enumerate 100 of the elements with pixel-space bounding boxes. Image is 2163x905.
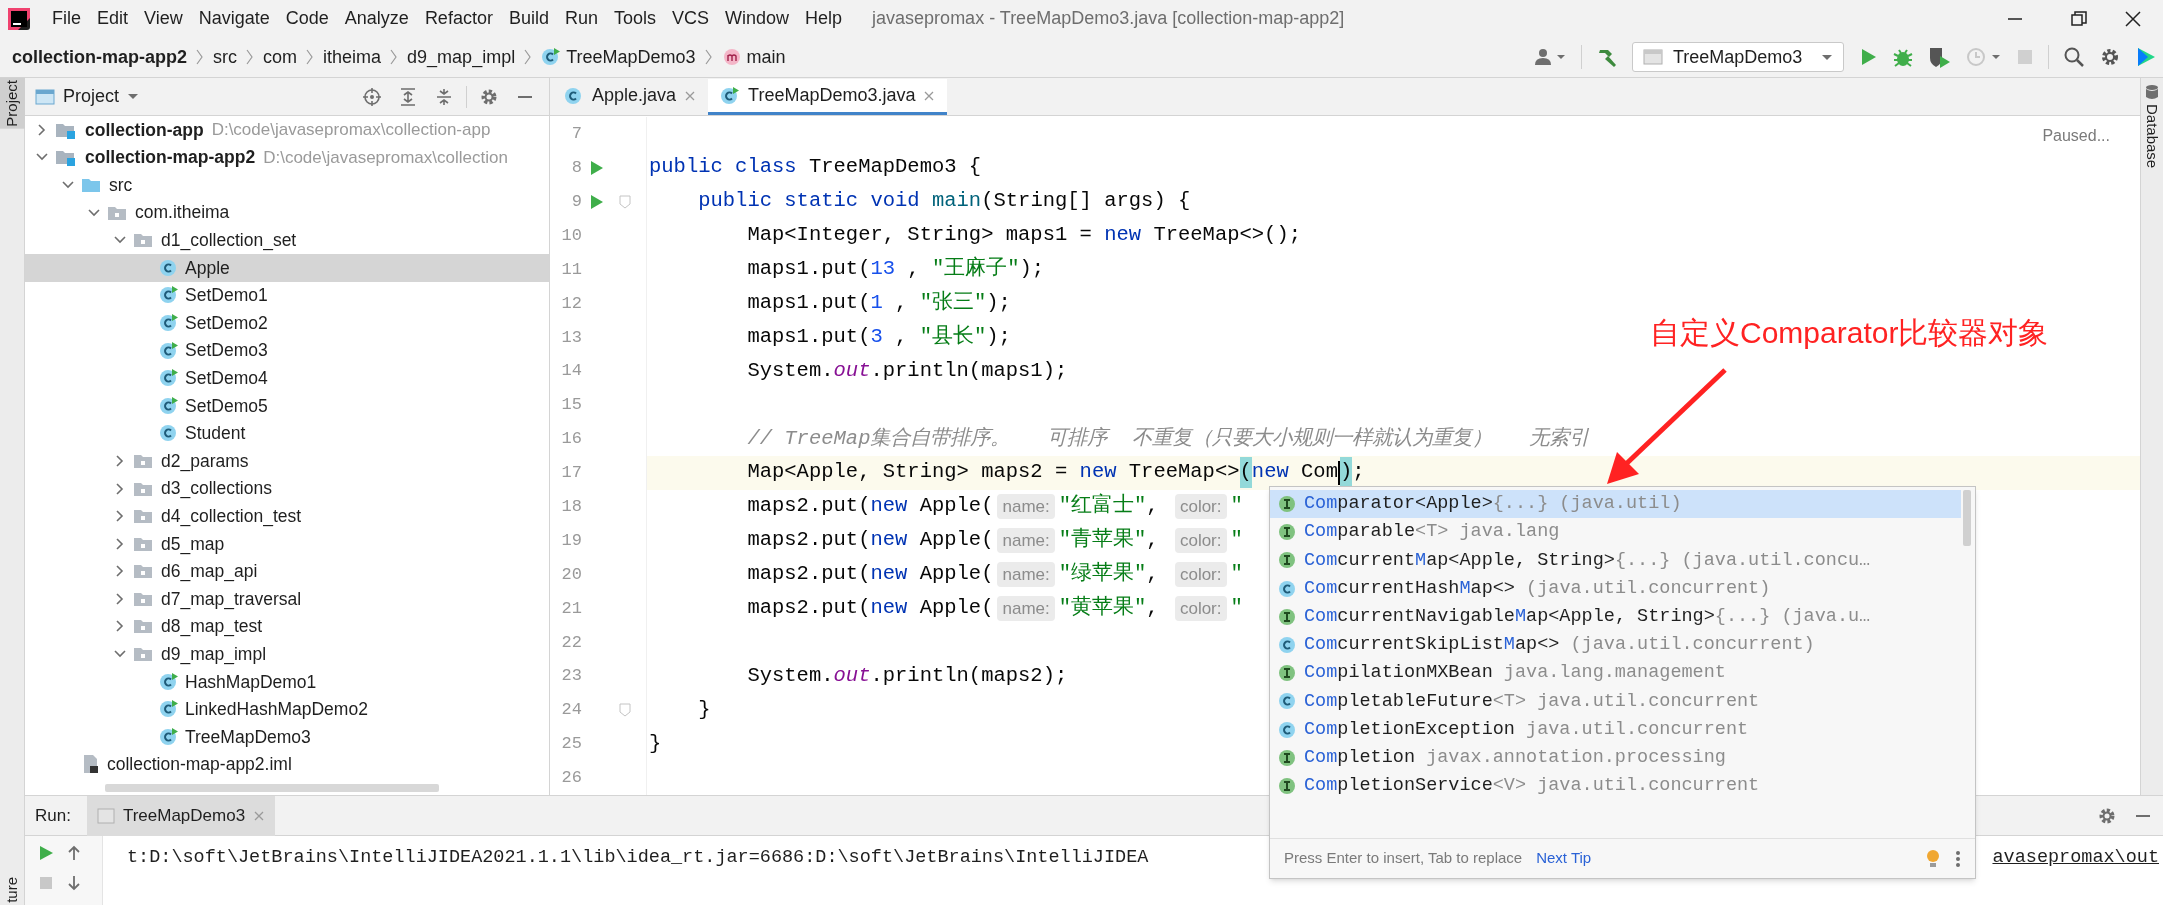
code-line: System.out.println(maps2);: [746, 662, 1068, 689]
tree-item[interactable]: LinkedHashMapDemo2: [25, 695, 549, 724]
more-icon[interactable]: [1955, 848, 1961, 869]
code-line: maps2.put(new Apple( name: "绿苹果", color: ": [746, 560, 1243, 590]
run-icon[interactable]: [37, 844, 55, 862]
tool-window-tab[interactable]: Database: [2140, 104, 2163, 169]
next-tip-link[interactable]: Next Tip: [1536, 847, 1592, 870]
tree-item[interactable]: src: [25, 171, 549, 199]
menu-item[interactable]: Code: [277, 3, 337, 34]
tree-item[interactable]: d1_collection_set: [25, 226, 549, 254]
completion-item[interactable]: CompilationMXBean java.lang.management: [1270, 659, 1961, 688]
code-line: maps2.put(new Apple( name: "红富士", color: ": [746, 492, 1243, 522]
tree-item[interactable]: TreeMapDemo3: [25, 723, 549, 751]
crosshair-icon[interactable]: [362, 86, 382, 107]
menu-item[interactable]: VCS: [664, 3, 717, 34]
tree-item[interactable]: d9_map_impl: [25, 640, 549, 668]
lightbulb-icon[interactable]: [1925, 848, 1941, 869]
code-line: maps1.put(3 , "县长");: [746, 323, 1011, 350]
tool-window-tab[interactable]: ture: [0, 875, 25, 905]
tree-item[interactable]: d5_map: [25, 529, 549, 558]
breadcrumb[interactable]: itheima: [323, 43, 382, 71]
menu-item[interactable]: Tools: [605, 3, 664, 34]
tree-item[interactable]: SetDemo3: [25, 336, 549, 365]
menu-item[interactable]: View: [136, 3, 191, 34]
completion-item[interactable]: ComcurrentSkipListMap<> (java.util.concurrent): [1270, 630, 1961, 660]
tree-item[interactable]: d8_map_test: [25, 612, 549, 641]
tree-item[interactable]: HashMapDemo1: [25, 667, 549, 696]
menu-item[interactable]: Edit: [89, 3, 137, 34]
completion-item[interactable]: ComcurrentMap<Apple, String>{...} (java.util.concu…: [1270, 546, 1961, 575]
tree-item[interactable]: SetDemo2: [25, 309, 549, 337]
menu-item[interactable]: Run: [556, 3, 606, 34]
tree-item[interactable]: collection-map-app2.iml: [25, 750, 549, 779]
tree-item[interactable]: collection-map-app2 D:\code\javasepromax\collection: [25, 143, 549, 172]
menu-item[interactable]: Window: [717, 3, 798, 34]
tree-item[interactable]: Apple: [25, 253, 549, 282]
shield-run-icon[interactable]: [1928, 46, 1952, 68]
class-icon: [720, 85, 741, 106]
completion-item[interactable]: Comparator<Apple>{...} (java.util): [1270, 490, 1961, 519]
menu-item[interactable]: Build: [500, 3, 557, 34]
editor-tab[interactable]: TreeMapDemo3.java: [708, 79, 948, 115]
breadcrumb[interactable]: TreeMapDemo3: [566, 43, 696, 71]
breadcrumb[interactable]: src: [213, 43, 238, 71]
menu-item[interactable]: File: [44, 3, 89, 34]
tree-item[interactable]: SetDemo5: [25, 391, 549, 420]
completion-item[interactable]: CompletableFuture<T> java.util.concurrent: [1270, 687, 1961, 716]
breadcrumb[interactable]: main: [746, 43, 786, 71]
line-number: 22: [560, 631, 582, 654]
scrollbar[interactable]: [105, 784, 439, 792]
tree-item[interactable]: SetDemo1: [25, 281, 549, 310]
completion-item[interactable]: ComcurrentNavigableMap<Apple, String>{...} (java.u…: [1270, 602, 1961, 631]
editor-tab[interactable]: Apple.java: [552, 79, 709, 115]
run-gutter-icon[interactable]: [590, 193, 604, 210]
run-gutter-icon[interactable]: [590, 159, 604, 176]
tree-item[interactable]: SetDemo4: [25, 364, 549, 392]
panel-title[interactable]: Project: [63, 83, 120, 110]
code-line: public static void main(String[] args) {: [697, 188, 1191, 215]
tree-item[interactable]: d7_map_traversal: [25, 585, 549, 613]
menu-item[interactable]: Help: [797, 3, 851, 34]
search-icon[interactable]: [2063, 46, 2085, 68]
completion-item[interactable]: CompletionException java.util.concurrent: [1270, 715, 1961, 744]
code-line: // TreeMap集合自带排序。 可排序 不重复（只要大小规则一样就认为重复） 无索引: [746, 425, 1589, 452]
caret-icon[interactable]: [127, 92, 140, 101]
tree-item[interactable]: d6_map_api: [25, 557, 549, 586]
menu-item[interactable]: Navigate: [190, 3, 278, 34]
tree-item[interactable]: com.itheima: [25, 198, 549, 227]
collapse-all-icon[interactable]: [434, 86, 454, 107]
scrollbar[interactable]: [1963, 490, 1971, 546]
menu-item[interactable]: Refactor: [416, 3, 501, 34]
completion-item[interactable]: CompletionService<V> java.util.concurrent: [1270, 771, 1961, 801]
colorful-logo-icon[interactable]: [2135, 46, 2157, 68]
tree-item[interactable]: d4_collection_test: [25, 502, 549, 530]
tree-item[interactable]: Student: [25, 419, 549, 448]
path-label: D:\code\javasepromax\collection: [263, 146, 508, 169]
run-config-dropdown[interactable]: TreeMapDemo3: [1632, 42, 1844, 72]
completion-item[interactable]: Completion javax.annotation.processing: [1270, 743, 1961, 772]
line-number: 10: [560, 224, 582, 247]
tree-item[interactable]: d3_collections: [25, 474, 549, 503]
close-icon[interactable]: [2123, 8, 2143, 29]
console-link[interactable]: avasepromax\out: [1992, 844, 2159, 905]
breadcrumb[interactable]: d9_map_impl: [407, 43, 516, 71]
arrow-down-icon[interactable]: [65, 874, 83, 892]
menu-item[interactable]: Analyze: [336, 3, 417, 34]
completion-item[interactable]: ComcurrentHashMap<> (java.util.concurrent): [1270, 574, 1961, 603]
run-tab[interactable]: TreeMapDemo3: [86, 795, 276, 836]
restore-icon[interactable]: [2069, 8, 2089, 29]
tree-item[interactable]: collection-app D:\code\javasepromax\collection-app: [25, 116, 549, 144]
completion-item[interactable]: Comparable<T> java.lang: [1270, 518, 1961, 547]
user-icon[interactable]: [1533, 47, 1567, 67]
line-number: 13: [560, 326, 582, 349]
code-line: maps1.put(13 , "王麻子");: [746, 255, 1045, 283]
class-icon: [1278, 719, 1296, 740]
breadcrumb[interactable]: collection-map-app2: [12, 43, 188, 71]
expand-all-icon[interactable]: [398, 86, 418, 107]
code-line: maps2.put(new Apple( name: "黄苹果", color: ": [746, 594, 1243, 624]
tool-window-tab[interactable]: Project: [0, 78, 25, 129]
settings-icon[interactable]: [2099, 46, 2121, 68]
database-icon[interactable]: [2144, 84, 2160, 100]
breadcrumb[interactable]: com: [263, 43, 298, 71]
class-icon: [159, 395, 179, 416]
tree-item[interactable]: d2_params: [25, 447, 549, 475]
